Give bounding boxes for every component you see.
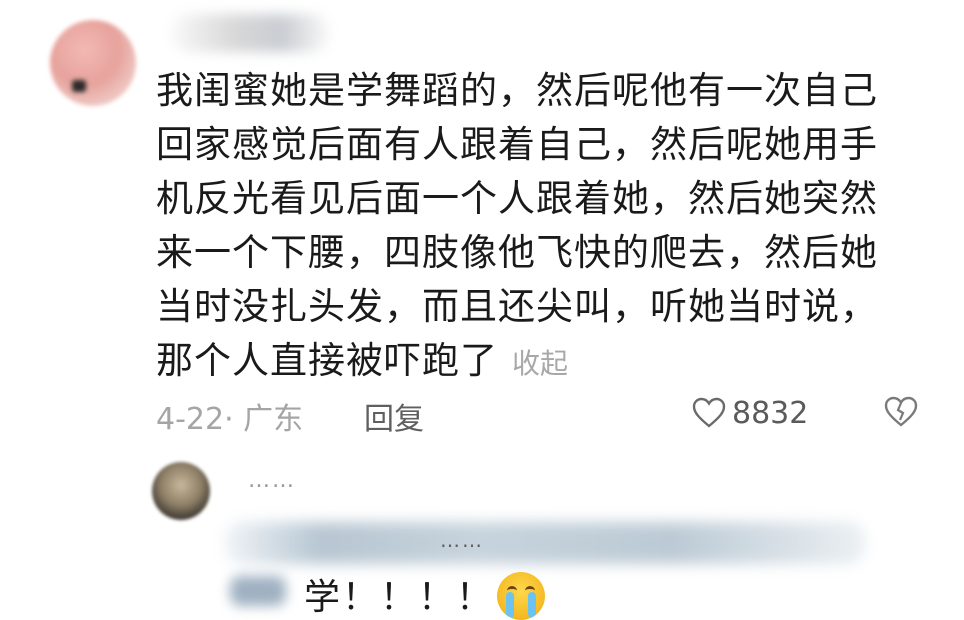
reply-blurred-text: …… — [440, 528, 484, 552]
reply-blurred-line — [225, 522, 865, 564]
crying-emoji-icon — [497, 572, 545, 620]
reply-button[interactable]: 回复 — [364, 394, 424, 438]
reply-avatar[interactable] — [152, 462, 210, 520]
like-button[interactable]: 8832 — [692, 388, 808, 438]
comment-body: 我闺蜜她是学舞蹈的，然后呢他有一次自己回家感觉后面有人跟着自己，然后呢她用手机反… — [156, 64, 906, 391]
heart-outline-icon — [692, 397, 726, 428]
comment-meta: 4-22· 广东 回复 8832 — [156, 388, 926, 438]
dislike-button[interactable] — [884, 396, 918, 428]
reply-text: 学！！！！ — [304, 577, 495, 618]
commenter-avatar[interactable] — [50, 20, 136, 106]
commenter-username-blurred[interactable] — [170, 14, 330, 52]
comment-date-location: 4-22· 广东 — [156, 402, 304, 437]
reply-username[interactable]: …… — [248, 468, 296, 493]
broken-heart-icon — [884, 396, 918, 427]
collapse-link[interactable]: 收起 — [512, 347, 568, 380]
comment-text: 我闺蜜她是学舞蹈的，然后呢他有一次自己回家感觉后面有人跟着自己，然后呢她用手机反… — [156, 69, 878, 382]
like-count: 8832 — [732, 395, 809, 431]
